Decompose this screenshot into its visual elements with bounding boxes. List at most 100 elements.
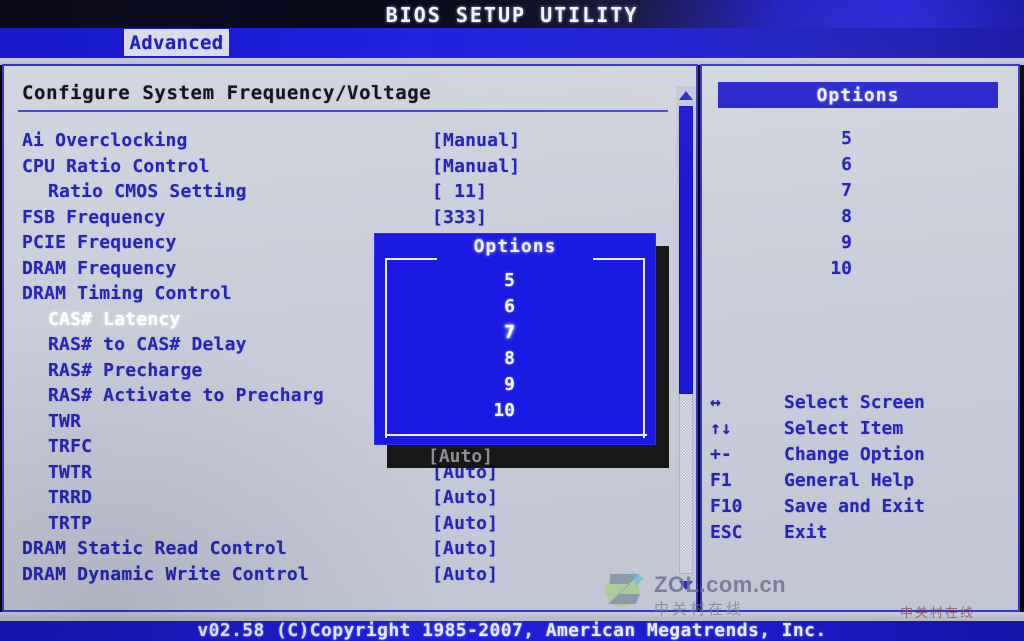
popup-option-row[interactable]: 8 bbox=[375, 348, 595, 374]
help-option-value: 9 bbox=[841, 232, 852, 253]
popup-option-value: 8 bbox=[504, 348, 515, 369]
watermark-corner-text: 中关村在线 bbox=[900, 606, 976, 621]
help-options-header: Options bbox=[718, 82, 998, 108]
help-pane: Options 5 6 7 8 9 10 ↔ Select Screen ↑↓ Select I… bbox=[700, 64, 1020, 612]
app-title: BIOS SETUP UTILITY bbox=[385, 3, 639, 27]
settings-row[interactable]: DRAM Static Read Control [Auto] bbox=[4, 538, 684, 564]
bios-screen: BIOS SETUP UTILITY Advanced Configure Sy… bbox=[0, 0, 1024, 641]
title-divider bbox=[18, 110, 668, 112]
legend-row: +- Change Option bbox=[702, 444, 1018, 470]
popup-border-top-right bbox=[593, 258, 645, 260]
footer-bar: v02.58 (C)Copyright 1985-2007, American … bbox=[0, 620, 1024, 641]
popup-border-right bbox=[643, 258, 645, 438]
key-legend: ↔ Select Screen ↑↓ Select Item +- Change Opti… bbox=[702, 392, 1018, 548]
settings-row[interactable]: TRTP [Auto] bbox=[4, 513, 684, 539]
watermark-text: ZOL.com.cn bbox=[654, 572, 787, 597]
popup-option-row[interactable]: 10 bbox=[375, 400, 595, 426]
settings-row-value[interactable]: [ 11] bbox=[432, 181, 487, 202]
popup-option-list: 5 6 7 8 9 10 bbox=[375, 270, 595, 426]
legend-key: ↑↓ bbox=[710, 418, 732, 439]
scroll-up-arrow-icon[interactable] bbox=[676, 86, 696, 104]
legend-action: Select Item bbox=[784, 418, 904, 439]
popup-option-row[interactable]: 9 bbox=[375, 374, 595, 400]
settings-row-value[interactable]: [Auto] bbox=[432, 564, 498, 585]
options-popup-dialog[interactable]: Options 5 6 7 8 9 10 bbox=[374, 233, 656, 445]
settings-row-value[interactable]: [Manual] bbox=[432, 130, 520, 151]
vertical-scrollbar[interactable] bbox=[676, 86, 696, 594]
settings-row[interactable]: TRRD [Auto] bbox=[4, 487, 684, 513]
help-option-row: 9 bbox=[702, 232, 1002, 258]
legend-row: ESC Exit bbox=[702, 522, 1018, 548]
settings-row-label: DRAM Dynamic Write Control bbox=[22, 563, 309, 585]
legend-row: F10 Save and Exit bbox=[702, 496, 1018, 522]
tab-advanced[interactable]: Advanced bbox=[124, 29, 229, 56]
legend-row: ↔ Select Screen bbox=[702, 392, 1018, 418]
popup-option-value: 6 bbox=[504, 296, 515, 317]
watermark-subtext: 中关村在线 bbox=[654, 600, 745, 618]
legend-row: F1 General Help bbox=[702, 470, 1018, 496]
settings-row-label: CPU Ratio Control bbox=[22, 155, 210, 177]
help-options-header-label: Options bbox=[816, 84, 900, 106]
footer-copyright: v02.58 (C)Copyright 1985-2007, American … bbox=[197, 620, 827, 641]
help-option-value: 7 bbox=[841, 180, 852, 201]
popup-option-value: 10 bbox=[493, 400, 515, 421]
settings-row-value[interactable]: [Manual] bbox=[432, 156, 520, 177]
help-option-value: 6 bbox=[841, 154, 852, 175]
scrollbar-thumb[interactable] bbox=[679, 106, 693, 394]
settings-row-label: Ratio CMOS Setting bbox=[48, 181, 247, 202]
settings-row-label: TRFC bbox=[48, 436, 93, 457]
settings-row-label: DRAM Timing Control bbox=[22, 283, 232, 304]
legend-action: Save and Exit bbox=[784, 496, 925, 517]
settings-row-label: CAS# Latency bbox=[48, 308, 181, 330]
popup-option-row[interactable]: 6 bbox=[375, 296, 595, 322]
watermark: ZOL.com.cn 中关村在线 bbox=[602, 568, 902, 620]
popup-title: Options bbox=[473, 236, 557, 257]
help-option-value: 10 bbox=[830, 258, 852, 279]
help-options-list: 5 6 7 8 9 10 bbox=[702, 128, 1002, 284]
settings-row-label: DRAM Frequency bbox=[22, 257, 177, 279]
popup-option-value: 7 bbox=[504, 322, 515, 343]
settings-row[interactable]: CPU Ratio Control [Manual] bbox=[4, 156, 684, 182]
settings-row-value[interactable]: [Auto] bbox=[432, 538, 498, 559]
popup-border-top-left bbox=[385, 258, 437, 260]
settings-row[interactable]: Ratio CMOS Setting [ 11] bbox=[4, 181, 684, 207]
help-option-row: 10 bbox=[702, 258, 1002, 284]
legend-key: +- bbox=[710, 444, 732, 465]
legend-key: ESC bbox=[710, 522, 743, 543]
settings-row-value[interactable]: [Auto] bbox=[432, 513, 498, 534]
legend-action: Exit bbox=[784, 522, 828, 543]
popup-option-value: 5 bbox=[504, 270, 515, 291]
settings-row-value[interactable]: [333] bbox=[432, 207, 487, 228]
settings-row-label: Ai Overclocking bbox=[22, 130, 188, 151]
help-option-value: 5 bbox=[841, 128, 852, 149]
settings-row-value[interactable]: [Auto] bbox=[432, 487, 498, 508]
settings-row[interactable]: FSB Frequency [333] bbox=[4, 207, 684, 233]
legend-row: ↑↓ Select Item bbox=[702, 418, 1018, 444]
legend-action: Change Option bbox=[784, 444, 925, 465]
popup-option-row[interactable]: 5 bbox=[375, 270, 595, 296]
settings-row-label: TWTR bbox=[48, 461, 93, 483]
legend-key: F1 bbox=[710, 470, 732, 491]
zol-logo-icon bbox=[605, 572, 644, 607]
settings-row-label: RAS# Activate to Precharg bbox=[48, 385, 324, 406]
help-option-row: 8 bbox=[702, 206, 1002, 232]
settings-row-label: FSB Frequency bbox=[22, 206, 166, 228]
obscured-value: [Auto] bbox=[428, 446, 494, 467]
settings-row-label: RAS# Precharge bbox=[48, 359, 203, 381]
legend-action: General Help bbox=[784, 470, 915, 491]
settings-row-label: TRRD bbox=[48, 487, 93, 508]
popup-option-value: 9 bbox=[504, 374, 515, 395]
popup-option-row[interactable]: 7 bbox=[375, 322, 595, 348]
help-option-row: 5 bbox=[702, 128, 1002, 154]
legend-key: F10 bbox=[710, 496, 743, 517]
legend-key: ↔ bbox=[710, 392, 721, 413]
popup-border-bottom bbox=[385, 434, 647, 436]
settings-row[interactable]: Ai Overclocking [Manual] bbox=[4, 130, 684, 156]
title-bar: BIOS SETUP UTILITY bbox=[0, 0, 1024, 28]
settings-row[interactable]: DRAM Dynamic Write Control [Auto] bbox=[4, 564, 684, 590]
settings-row-label: DRAM Static Read Control bbox=[22, 538, 287, 559]
tab-advanced-label: Advanced bbox=[129, 31, 224, 54]
settings-row-label: PCIE Frequency bbox=[22, 232, 177, 253]
help-option-row: 6 bbox=[702, 154, 1002, 180]
help-option-value: 8 bbox=[841, 206, 852, 227]
